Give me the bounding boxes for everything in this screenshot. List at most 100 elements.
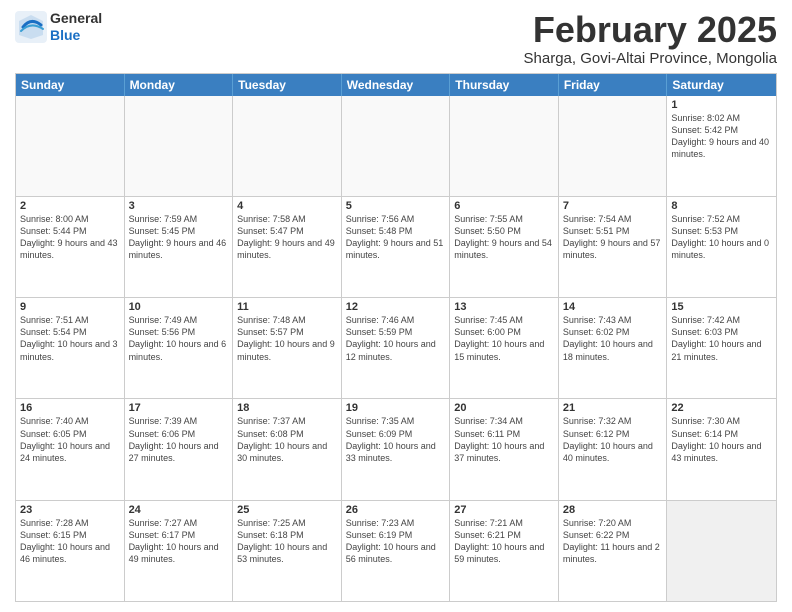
calendar-cell: 3Sunrise: 7:59 AM Sunset: 5:45 PM Daylig…: [125, 197, 234, 297]
calendar-body: 1Sunrise: 8:02 AM Sunset: 5:42 PM Daylig…: [16, 96, 776, 601]
day-info: Sunrise: 7:49 AM Sunset: 5:56 PM Dayligh…: [129, 314, 229, 363]
title-area: February 2025 Sharga, Govi-Altai Provinc…: [524, 10, 777, 67]
calendar-cell: 17Sunrise: 7:39 AM Sunset: 6:06 PM Dayli…: [125, 399, 234, 499]
calendar-cell: 16Sunrise: 7:40 AM Sunset: 6:05 PM Dayli…: [16, 399, 125, 499]
calendar-header: SundayMondayTuesdayWednesdayThursdayFrid…: [16, 74, 776, 96]
day-number: 22: [671, 402, 772, 414]
calendar-cell: 6Sunrise: 7:55 AM Sunset: 5:50 PM Daylig…: [450, 197, 559, 297]
day-number: 7: [563, 200, 663, 212]
day-number: 26: [346, 504, 446, 516]
calendar-cell: 15Sunrise: 7:42 AM Sunset: 6:03 PM Dayli…: [667, 298, 776, 398]
day-info: Sunrise: 8:02 AM Sunset: 5:42 PM Dayligh…: [671, 112, 772, 161]
calendar-cell: [16, 96, 125, 196]
calendar-cell: 26Sunrise: 7:23 AM Sunset: 6:19 PM Dayli…: [342, 501, 451, 601]
day-number: 27: [454, 504, 554, 516]
calendar-cell: 5Sunrise: 7:56 AM Sunset: 5:48 PM Daylig…: [342, 197, 451, 297]
calendar-cell: 13Sunrise: 7:45 AM Sunset: 6:00 PM Dayli…: [450, 298, 559, 398]
weekday-header: Saturday: [667, 74, 776, 96]
calendar-cell: 22Sunrise: 7:30 AM Sunset: 6:14 PM Dayli…: [667, 399, 776, 499]
calendar-cell: 14Sunrise: 7:43 AM Sunset: 6:02 PM Dayli…: [559, 298, 668, 398]
calendar-row: 2Sunrise: 8:00 AM Sunset: 5:44 PM Daylig…: [16, 196, 776, 297]
day-info: Sunrise: 7:27 AM Sunset: 6:17 PM Dayligh…: [129, 517, 229, 566]
weekday-header: Wednesday: [342, 74, 451, 96]
day-number: 10: [129, 301, 229, 313]
day-number: 23: [20, 504, 120, 516]
day-number: 21: [563, 402, 663, 414]
day-info: Sunrise: 7:37 AM Sunset: 6:08 PM Dayligh…: [237, 415, 337, 464]
calendar-cell: 8Sunrise: 7:52 AM Sunset: 5:53 PM Daylig…: [667, 197, 776, 297]
day-number: 20: [454, 402, 554, 414]
day-info: Sunrise: 7:23 AM Sunset: 6:19 PM Dayligh…: [346, 517, 446, 566]
day-number: 14: [563, 301, 663, 313]
day-number: 13: [454, 301, 554, 313]
calendar-cell: 1Sunrise: 8:02 AM Sunset: 5:42 PM Daylig…: [667, 96, 776, 196]
calendar-cell: 9Sunrise: 7:51 AM Sunset: 5:54 PM Daylig…: [16, 298, 125, 398]
day-number: 25: [237, 504, 337, 516]
day-number: 15: [671, 301, 772, 313]
calendar-cell: [125, 96, 234, 196]
day-number: 6: [454, 200, 554, 212]
day-info: Sunrise: 7:34 AM Sunset: 6:11 PM Dayligh…: [454, 415, 554, 464]
day-info: Sunrise: 7:52 AM Sunset: 5:53 PM Dayligh…: [671, 213, 772, 262]
calendar-cell: [667, 501, 776, 601]
day-number: 18: [237, 402, 337, 414]
weekday-header: Sunday: [16, 74, 125, 96]
month-title: February 2025: [524, 10, 777, 50]
day-number: 4: [237, 200, 337, 212]
calendar-row: 1Sunrise: 8:02 AM Sunset: 5:42 PM Daylig…: [16, 96, 776, 196]
calendar-row: 16Sunrise: 7:40 AM Sunset: 6:05 PM Dayli…: [16, 398, 776, 499]
weekday-header: Tuesday: [233, 74, 342, 96]
calendar-cell: [233, 96, 342, 196]
day-number: 2: [20, 200, 120, 212]
day-info: Sunrise: 8:00 AM Sunset: 5:44 PM Dayligh…: [20, 213, 120, 262]
logo-icon: [15, 11, 47, 43]
day-info: Sunrise: 7:32 AM Sunset: 6:12 PM Dayligh…: [563, 415, 663, 464]
day-info: Sunrise: 7:58 AM Sunset: 5:47 PM Dayligh…: [237, 213, 337, 262]
day-info: Sunrise: 7:35 AM Sunset: 6:09 PM Dayligh…: [346, 415, 446, 464]
calendar-cell: 19Sunrise: 7:35 AM Sunset: 6:09 PM Dayli…: [342, 399, 451, 499]
calendar-cell: 2Sunrise: 8:00 AM Sunset: 5:44 PM Daylig…: [16, 197, 125, 297]
calendar-cell: 20Sunrise: 7:34 AM Sunset: 6:11 PM Dayli…: [450, 399, 559, 499]
day-info: Sunrise: 7:46 AM Sunset: 5:59 PM Dayligh…: [346, 314, 446, 363]
day-info: Sunrise: 7:28 AM Sunset: 6:15 PM Dayligh…: [20, 517, 120, 566]
calendar-cell: [559, 96, 668, 196]
logo: General Blue: [15, 10, 102, 44]
day-info: Sunrise: 7:42 AM Sunset: 6:03 PM Dayligh…: [671, 314, 772, 363]
day-info: Sunrise: 7:40 AM Sunset: 6:05 PM Dayligh…: [20, 415, 120, 464]
calendar-cell: 18Sunrise: 7:37 AM Sunset: 6:08 PM Dayli…: [233, 399, 342, 499]
day-number: 8: [671, 200, 772, 212]
day-number: 5: [346, 200, 446, 212]
calendar-cell: 10Sunrise: 7:49 AM Sunset: 5:56 PM Dayli…: [125, 298, 234, 398]
calendar-cell: 21Sunrise: 7:32 AM Sunset: 6:12 PM Dayli…: [559, 399, 668, 499]
day-info: Sunrise: 7:21 AM Sunset: 6:21 PM Dayligh…: [454, 517, 554, 566]
weekday-header: Friday: [559, 74, 668, 96]
weekday-header: Monday: [125, 74, 234, 96]
day-number: 11: [237, 301, 337, 313]
calendar-cell: 11Sunrise: 7:48 AM Sunset: 5:57 PM Dayli…: [233, 298, 342, 398]
calendar-cell: 25Sunrise: 7:25 AM Sunset: 6:18 PM Dayli…: [233, 501, 342, 601]
calendar-row: 23Sunrise: 7:28 AM Sunset: 6:15 PM Dayli…: [16, 500, 776, 601]
calendar-cell: 27Sunrise: 7:21 AM Sunset: 6:21 PM Dayli…: [450, 501, 559, 601]
day-info: Sunrise: 7:51 AM Sunset: 5:54 PM Dayligh…: [20, 314, 120, 363]
day-info: Sunrise: 7:39 AM Sunset: 6:06 PM Dayligh…: [129, 415, 229, 464]
day-info: Sunrise: 7:43 AM Sunset: 6:02 PM Dayligh…: [563, 314, 663, 363]
day-number: 28: [563, 504, 663, 516]
header: General Blue February 2025 Sharga, Govi-…: [15, 10, 777, 67]
calendar-cell: 28Sunrise: 7:20 AM Sunset: 6:22 PM Dayli…: [559, 501, 668, 601]
day-number: 24: [129, 504, 229, 516]
day-info: Sunrise: 7:25 AM Sunset: 6:18 PM Dayligh…: [237, 517, 337, 566]
day-info: Sunrise: 7:59 AM Sunset: 5:45 PM Dayligh…: [129, 213, 229, 262]
day-number: 9: [20, 301, 120, 313]
calendar-cell: 7Sunrise: 7:54 AM Sunset: 5:51 PM Daylig…: [559, 197, 668, 297]
page: General Blue February 2025 Sharga, Govi-…: [0, 0, 792, 612]
calendar-cell: 12Sunrise: 7:46 AM Sunset: 5:59 PM Dayli…: [342, 298, 451, 398]
day-info: Sunrise: 7:45 AM Sunset: 6:00 PM Dayligh…: [454, 314, 554, 363]
day-info: Sunrise: 7:56 AM Sunset: 5:48 PM Dayligh…: [346, 213, 446, 262]
calendar-cell: [342, 96, 451, 196]
day-info: Sunrise: 7:54 AM Sunset: 5:51 PM Dayligh…: [563, 213, 663, 262]
day-number: 19: [346, 402, 446, 414]
day-number: 1: [671, 99, 772, 111]
calendar-cell: 23Sunrise: 7:28 AM Sunset: 6:15 PM Dayli…: [16, 501, 125, 601]
calendar-row: 9Sunrise: 7:51 AM Sunset: 5:54 PM Daylig…: [16, 297, 776, 398]
calendar-cell: 24Sunrise: 7:27 AM Sunset: 6:17 PM Dayli…: [125, 501, 234, 601]
